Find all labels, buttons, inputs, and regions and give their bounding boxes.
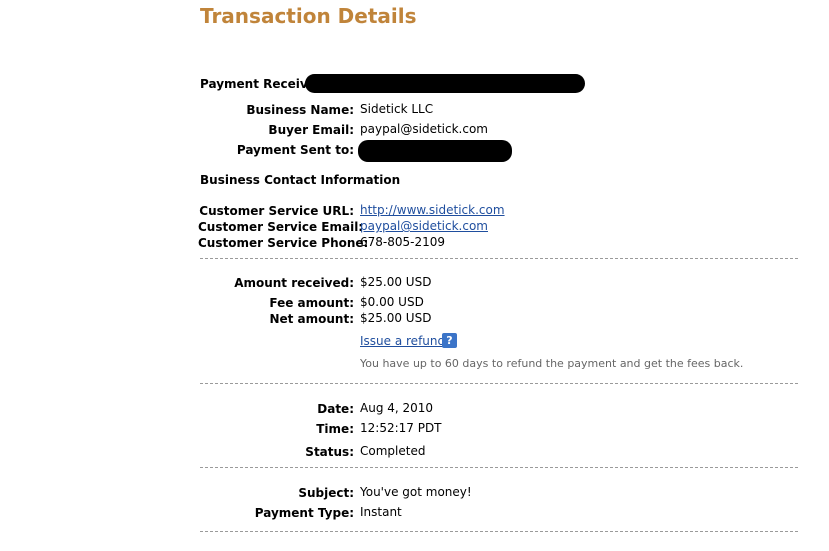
redacted-sender — [305, 74, 585, 93]
page-title: Transaction Details — [200, 4, 417, 28]
fee-amount-label: Fee amount: — [269, 296, 354, 310]
customer-service-url-link[interactable]: http://www.sidetick.com — [360, 203, 505, 217]
business-name-label: Business Name: — [246, 103, 354, 117]
net-amount-value: $25.00 USD — [360, 311, 432, 325]
divider — [200, 531, 798, 532]
help-icon[interactable]: ? — [442, 333, 457, 348]
refund-note: You have up to 60 days to refund the pay… — [360, 357, 744, 370]
payment-type-label: Payment Type: — [254, 506, 354, 520]
status-label: Status: — [305, 445, 354, 459]
customer-service-email-label: Customer Service Email: — [198, 220, 364, 234]
date-value: Aug 4, 2010 — [360, 401, 434, 415]
buyer-email-value: paypal@sidetick.com — [360, 122, 488, 136]
customer-service-phone-value: 678-805-2109 — [360, 235, 446, 249]
time-value: 12:52:17 PDT — [360, 421, 442, 435]
fee-amount-value: $0.00 USD — [360, 295, 424, 309]
amount-received-label: Amount received: — [234, 276, 354, 290]
divider — [200, 258, 798, 259]
status-value: Completed — [360, 444, 426, 458]
payment-type-value: Instant — [360, 505, 402, 519]
divider — [200, 467, 798, 468]
redacted-recipient — [358, 140, 512, 162]
time-label: Time: — [316, 422, 354, 436]
issue-refund-link[interactable]: Issue a refund — [360, 334, 445, 348]
net-amount-label: Net amount: — [269, 312, 354, 326]
business-contact-heading: Business Contact Information — [200, 173, 401, 187]
business-name-value: Sidetick LLC — [360, 102, 434, 116]
subject-value: You've got money! — [360, 485, 472, 499]
customer-service-phone-label: Customer Service Phone: — [198, 236, 369, 250]
subject-label: Subject: — [298, 486, 354, 500]
buyer-email-label: Buyer Email: — [268, 123, 354, 137]
divider — [200, 383, 798, 384]
amount-received-value: $25.00 USD — [360, 275, 432, 289]
customer-service-url-label: Customer Service URL: — [199, 204, 354, 218]
date-label: Date: — [317, 402, 354, 416]
customer-service-email-link[interactable]: paypal@sidetick.com — [360, 219, 488, 233]
payment-sent-to-label: Payment Sent to: — [236, 143, 354, 157]
